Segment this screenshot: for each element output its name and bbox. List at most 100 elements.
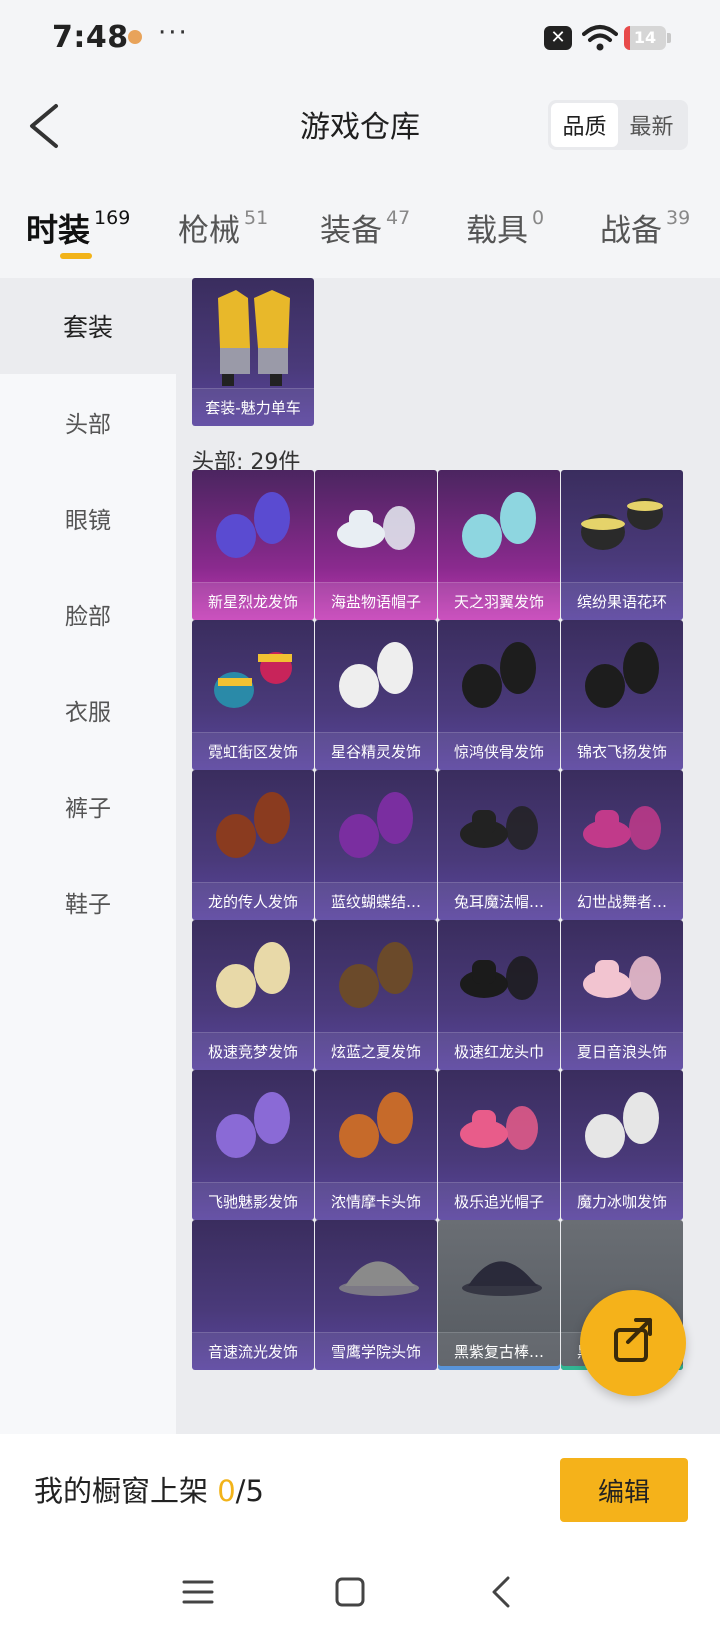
item-name: 套装-魅力单车	[192, 388, 314, 426]
item-name: 海盐物语帽子	[315, 582, 437, 620]
tab-count: 39	[666, 207, 691, 229]
tab-label: 枪械	[178, 213, 240, 249]
item-name: 缤纷果语花环	[561, 582, 683, 620]
tab-fashion[interactable]: 时装 169	[26, 205, 130, 251]
glasses-icon	[214, 652, 292, 708]
item-name: 魔力冰咖发饰	[561, 1182, 683, 1220]
item-name: 幻世战舞者…	[561, 882, 683, 920]
header: 游戏仓库 品质 最新	[0, 80, 720, 170]
item-name: 黑紫复古棒…	[438, 1332, 560, 1370]
wifi-icon	[582, 25, 618, 51]
item-card[interactable]: 黑紫复古棒…	[438, 1220, 560, 1370]
status-time: 7:48	[52, 20, 129, 55]
sidebar-item-glasses[interactable]: 眼镜	[0, 470, 176, 566]
hair-icon	[462, 642, 536, 708]
item-name: 锦衣飞扬发饰	[561, 732, 683, 770]
item-card[interactable]: 锦衣飞扬发饰	[561, 620, 683, 770]
hair-icon	[216, 492, 290, 558]
tab-label: 时装	[26, 211, 91, 249]
showcase-prefix: 我的橱窗上架	[34, 1474, 218, 1508]
item-card[interactable]: 音速流光发饰	[192, 1220, 314, 1370]
item-card[interactable]: 幻世战舞者…	[561, 770, 683, 920]
tab-firearms[interactable]: 枪械 51	[178, 205, 268, 250]
tab-equipment[interactable]: 装备 47	[320, 205, 410, 250]
hair-icon	[216, 1092, 290, 1158]
item-card[interactable]: 极速竞梦发饰	[192, 920, 314, 1070]
item-name: 极乐追光帽子	[438, 1182, 560, 1220]
sidebar-item-head[interactable]: 头部	[0, 374, 176, 470]
item-card[interactable]: 极乐追光帽子	[438, 1070, 560, 1220]
item-card[interactable]: 夏日音浪头饰	[561, 920, 683, 1070]
item-card[interactable]: 蓝纹蝴蝶结…	[315, 770, 437, 920]
item-card[interactable]: 兔耳魔法帽…	[438, 770, 560, 920]
item-card[interactable]: 龙的传人发饰	[192, 770, 314, 920]
hair-icon	[585, 642, 659, 708]
back-icon[interactable]	[482, 1572, 522, 1612]
sort-option-quality[interactable]: 品质	[551, 103, 618, 147]
tab-label: 载具	[466, 213, 528, 249]
item-card[interactable]: 飞驰魅影发饰	[192, 1070, 314, 1220]
item-name: 极速红龙头巾	[438, 1032, 560, 1070]
sidebar: 套装 头部 眼镜 脸部 衣服 裤子 鞋子	[0, 278, 176, 1434]
sidebar-item-clothes[interactable]: 衣服	[0, 662, 176, 758]
item-card[interactable]: 极速红龙头巾	[438, 920, 560, 1070]
item-name: 惊鸿侠骨发饰	[438, 732, 560, 770]
hair-icon	[216, 792, 290, 858]
tab-count: 51	[244, 207, 269, 229]
showcase-bar: 我的橱窗上架 0/5 编辑	[0, 1434, 720, 1544]
menu-icon[interactable]	[178, 1572, 218, 1612]
tab-combat-supplies[interactable]: 战备 39	[600, 205, 690, 250]
tab-label: 战备	[600, 213, 662, 249]
set-card[interactable]: 套装-魅力单车	[192, 278, 314, 426]
item-grid: 套装-魅力单车 头部: 29件 新星烈龙发饰 海盐物语帽子 天之羽翼发饰 缤纷果语花环…	[176, 278, 720, 1434]
item-card[interactable]: 浓情摩卡头饰	[315, 1070, 437, 1220]
share-floating-button[interactable]	[580, 1290, 686, 1396]
item-card[interactable]: 炫蓝之夏发饰	[315, 920, 437, 1070]
item-card[interactable]: 雪鹰学院头饰	[315, 1220, 437, 1370]
hat-icon	[337, 506, 415, 550]
battery-tip	[667, 33, 671, 43]
hair-icon	[216, 942, 290, 1008]
hat-icon	[583, 806, 661, 850]
wreath-icon	[581, 498, 663, 550]
edit-button[interactable]: 编辑	[560, 1458, 688, 1522]
item-card[interactable]: 惊鸿侠骨发饰	[438, 620, 560, 770]
home-icon[interactable]	[330, 1572, 370, 1612]
tab-count: 0	[532, 207, 545, 229]
item-card[interactable]: 缤纷果语花环	[561, 470, 683, 620]
sidebar-item-face[interactable]: 脸部	[0, 566, 176, 662]
showcase-used-count: 0	[217, 1474, 236, 1508]
cap-icon	[339, 1261, 419, 1296]
item-thumbnail	[192, 1220, 314, 1336]
sort-option-newest[interactable]: 最新	[618, 103, 685, 147]
sidebar-item-shoes[interactable]: 鞋子	[0, 854, 176, 950]
item-name: 龙的传人发饰	[192, 882, 314, 920]
item-name: 星谷精灵发饰	[315, 732, 437, 770]
item-card[interactable]: 海盐物语帽子	[315, 470, 437, 620]
item-name: 炫蓝之夏发饰	[315, 1032, 437, 1070]
item-card[interactable]: 新星烈龙发饰	[192, 470, 314, 620]
status-bar: 7:48 ··· ✕ 14	[0, 0, 720, 80]
hair-icon	[339, 642, 413, 708]
item-card[interactable]: 星谷精灵发饰	[315, 620, 437, 770]
item-card[interactable]: 天之羽翼发饰	[438, 470, 560, 620]
hat-icon	[460, 956, 538, 1000]
item-card[interactable]: 霓虹街区发饰	[192, 620, 314, 770]
hair-icon	[585, 1092, 659, 1158]
sidebar-item-pants[interactable]: 裤子	[0, 758, 176, 854]
hair-icon	[339, 942, 413, 1008]
item-name: 霓虹街区发饰	[192, 732, 314, 770]
system-nav-bar	[0, 1544, 720, 1640]
notification-app-icon	[128, 30, 142, 44]
share-icon	[614, 1318, 652, 1362]
sidebar-item-sets[interactable]: 套装	[0, 278, 176, 374]
status-more-icon: ···	[158, 18, 189, 48]
category-tabs: 时装 169 枪械 51 装备 47 载具 0 战备 39	[0, 195, 720, 265]
app-root: 7:48 ··· ✕ 14 游戏仓库 品质 最新 时装 169 枪械 51 装备…	[0, 0, 720, 1640]
item-name: 极速竞梦发饰	[192, 1032, 314, 1070]
tab-count: 169	[94, 207, 131, 229]
sort-toggle: 品质 最新	[548, 100, 688, 150]
item-name: 飞驰魅影发饰	[192, 1182, 314, 1220]
tab-vehicles[interactable]: 载具 0	[466, 205, 544, 250]
item-card[interactable]: 魔力冰咖发饰	[561, 1070, 683, 1220]
